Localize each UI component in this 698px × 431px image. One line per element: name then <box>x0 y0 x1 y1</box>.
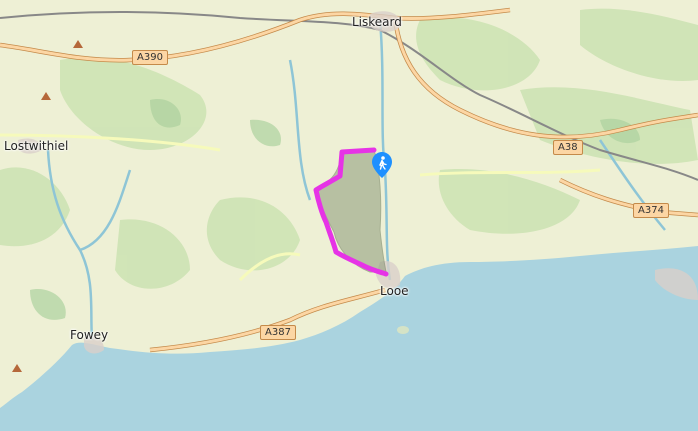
hiker-pin-icon[interactable] <box>372 152 392 178</box>
map-canvas <box>0 0 698 408</box>
map-view[interactable]: Liskeard Lostwithiel Fowey Looe A390 A38… <box>0 0 698 431</box>
island <box>397 326 409 334</box>
place-label-looe: Looe <box>380 284 409 298</box>
road-label-a390: A390 <box>132 50 168 65</box>
place-label-liskeard: Liskeard <box>352 15 402 29</box>
road-label-a387: A387 <box>260 325 296 340</box>
road-label-a38: A38 <box>553 140 583 155</box>
place-label-lostwithiel: Lostwithiel <box>4 139 69 153</box>
road-label-a374: A374 <box>633 203 669 218</box>
place-label-fowey: Fowey <box>70 328 109 342</box>
